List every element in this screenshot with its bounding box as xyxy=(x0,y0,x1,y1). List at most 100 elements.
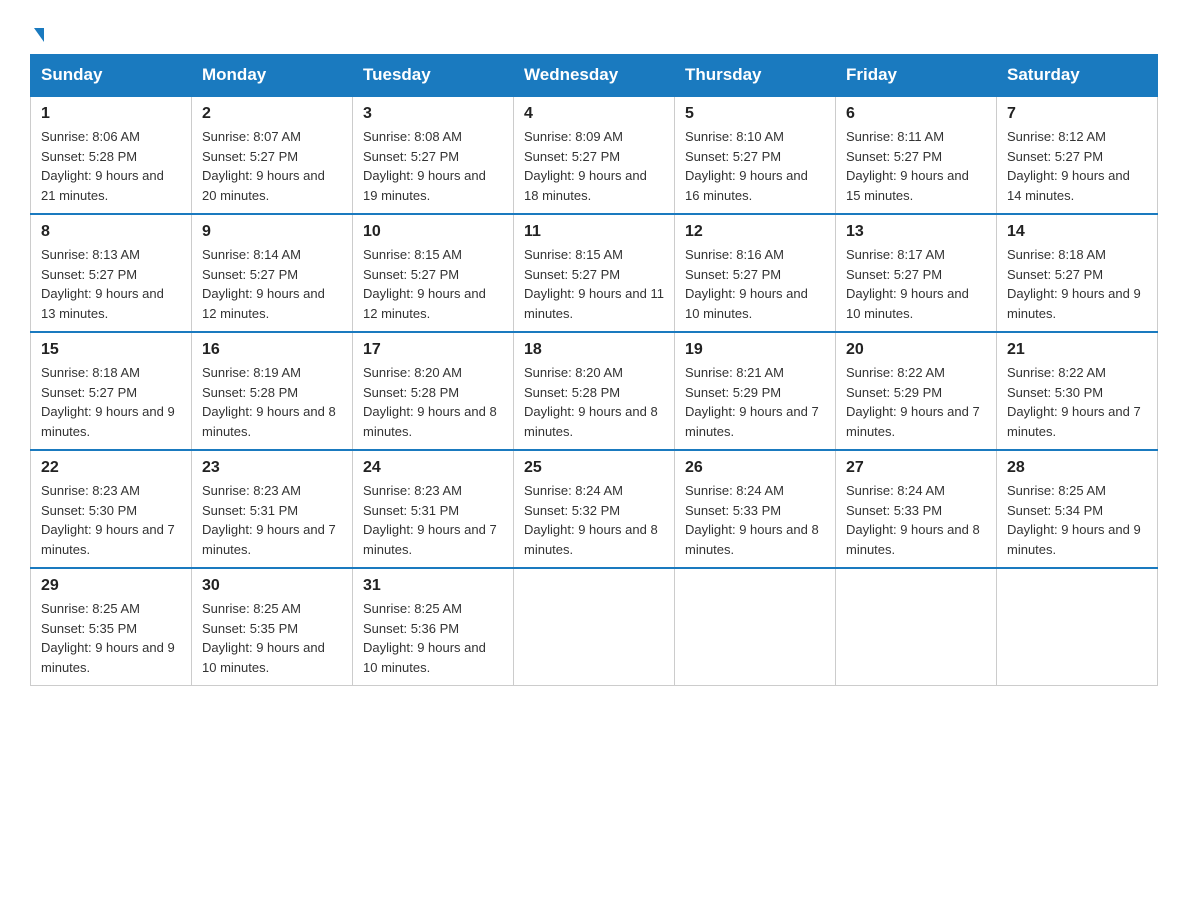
day-info: Sunrise: 8:22 AMSunset: 5:29 PMDaylight:… xyxy=(846,363,986,441)
day-number: 19 xyxy=(685,341,825,359)
calendar-day-cell: 24 Sunrise: 8:23 AMSunset: 5:31 PMDaylig… xyxy=(353,450,514,568)
calendar-day-cell: 16 Sunrise: 8:19 AMSunset: 5:28 PMDaylig… xyxy=(192,332,353,450)
calendar-day-cell: 2 Sunrise: 8:07 AMSunset: 5:27 PMDayligh… xyxy=(192,96,353,214)
day-info: Sunrise: 8:19 AMSunset: 5:28 PMDaylight:… xyxy=(202,363,342,441)
calendar-day-cell xyxy=(997,568,1158,686)
day-number: 12 xyxy=(685,223,825,241)
day-info: Sunrise: 8:06 AMSunset: 5:28 PMDaylight:… xyxy=(41,127,181,205)
day-info: Sunrise: 8:24 AMSunset: 5:33 PMDaylight:… xyxy=(846,481,986,559)
calendar-day-cell: 3 Sunrise: 8:08 AMSunset: 5:27 PMDayligh… xyxy=(353,96,514,214)
calendar-day-cell: 31 Sunrise: 8:25 AMSunset: 5:36 PMDaylig… xyxy=(353,568,514,686)
day-number: 18 xyxy=(524,341,664,359)
day-number: 7 xyxy=(1007,105,1147,123)
day-info: Sunrise: 8:08 AMSunset: 5:27 PMDaylight:… xyxy=(363,127,503,205)
day-info: Sunrise: 8:20 AMSunset: 5:28 PMDaylight:… xyxy=(363,363,503,441)
calendar-day-cell: 4 Sunrise: 8:09 AMSunset: 5:27 PMDayligh… xyxy=(514,96,675,214)
day-of-week-header: Sunday xyxy=(31,55,192,97)
days-header-row: SundayMondayTuesdayWednesdayThursdayFrid… xyxy=(31,55,1158,97)
calendar-day-cell: 8 Sunrise: 8:13 AMSunset: 5:27 PMDayligh… xyxy=(31,214,192,332)
day-info: Sunrise: 8:17 AMSunset: 5:27 PMDaylight:… xyxy=(846,245,986,323)
day-number: 4 xyxy=(524,105,664,123)
day-number: 9 xyxy=(202,223,342,241)
day-number: 6 xyxy=(846,105,986,123)
day-number: 10 xyxy=(363,223,503,241)
day-number: 8 xyxy=(41,223,181,241)
calendar-week-row: 22 Sunrise: 8:23 AMSunset: 5:30 PMDaylig… xyxy=(31,450,1158,568)
day-info: Sunrise: 8:09 AMSunset: 5:27 PMDaylight:… xyxy=(524,127,664,205)
calendar-week-row: 15 Sunrise: 8:18 AMSunset: 5:27 PMDaylig… xyxy=(31,332,1158,450)
day-info: Sunrise: 8:22 AMSunset: 5:30 PMDaylight:… xyxy=(1007,363,1147,441)
day-info: Sunrise: 8:15 AMSunset: 5:27 PMDaylight:… xyxy=(524,245,664,323)
day-number: 24 xyxy=(363,459,503,477)
day-info: Sunrise: 8:25 AMSunset: 5:34 PMDaylight:… xyxy=(1007,481,1147,559)
calendar-day-cell: 18 Sunrise: 8:20 AMSunset: 5:28 PMDaylig… xyxy=(514,332,675,450)
day-number: 11 xyxy=(524,223,664,241)
page-header xyxy=(30,20,1158,44)
day-info: Sunrise: 8:23 AMSunset: 5:30 PMDaylight:… xyxy=(41,481,181,559)
calendar-day-cell: 1 Sunrise: 8:06 AMSunset: 5:28 PMDayligh… xyxy=(31,96,192,214)
day-of-week-header: Thursday xyxy=(675,55,836,97)
day-number: 22 xyxy=(41,459,181,477)
day-number: 21 xyxy=(1007,341,1147,359)
day-info: Sunrise: 8:23 AMSunset: 5:31 PMDaylight:… xyxy=(363,481,503,559)
calendar-day-cell: 5 Sunrise: 8:10 AMSunset: 5:27 PMDayligh… xyxy=(675,96,836,214)
day-info: Sunrise: 8:25 AMSunset: 5:35 PMDaylight:… xyxy=(41,599,181,677)
day-number: 26 xyxy=(685,459,825,477)
day-number: 17 xyxy=(363,341,503,359)
calendar-day-cell: 7 Sunrise: 8:12 AMSunset: 5:27 PMDayligh… xyxy=(997,96,1158,214)
calendar-day-cell: 29 Sunrise: 8:25 AMSunset: 5:35 PMDaylig… xyxy=(31,568,192,686)
day-number: 2 xyxy=(202,105,342,123)
calendar-day-cell: 10 Sunrise: 8:15 AMSunset: 5:27 PMDaylig… xyxy=(353,214,514,332)
calendar-day-cell: 30 Sunrise: 8:25 AMSunset: 5:35 PMDaylig… xyxy=(192,568,353,686)
day-number: 20 xyxy=(846,341,986,359)
logo xyxy=(30,30,44,44)
calendar-day-cell: 27 Sunrise: 8:24 AMSunset: 5:33 PMDaylig… xyxy=(836,450,997,568)
calendar-day-cell: 20 Sunrise: 8:22 AMSunset: 5:29 PMDaylig… xyxy=(836,332,997,450)
day-number: 3 xyxy=(363,105,503,123)
day-info: Sunrise: 8:25 AMSunset: 5:36 PMDaylight:… xyxy=(363,599,503,677)
day-info: Sunrise: 8:16 AMSunset: 5:27 PMDaylight:… xyxy=(685,245,825,323)
day-info: Sunrise: 8:21 AMSunset: 5:29 PMDaylight:… xyxy=(685,363,825,441)
calendar-day-cell: 23 Sunrise: 8:23 AMSunset: 5:31 PMDaylig… xyxy=(192,450,353,568)
calendar-day-cell: 12 Sunrise: 8:16 AMSunset: 5:27 PMDaylig… xyxy=(675,214,836,332)
day-of-week-header: Monday xyxy=(192,55,353,97)
day-number: 28 xyxy=(1007,459,1147,477)
calendar-day-cell xyxy=(675,568,836,686)
day-number: 13 xyxy=(846,223,986,241)
day-number: 14 xyxy=(1007,223,1147,241)
calendar-day-cell xyxy=(514,568,675,686)
calendar-table: SundayMondayTuesdayWednesdayThursdayFrid… xyxy=(30,54,1158,686)
day-info: Sunrise: 8:11 AMSunset: 5:27 PMDaylight:… xyxy=(846,127,986,205)
day-number: 25 xyxy=(524,459,664,477)
day-number: 1 xyxy=(41,105,181,123)
day-info: Sunrise: 8:13 AMSunset: 5:27 PMDaylight:… xyxy=(41,245,181,323)
day-info: Sunrise: 8:18 AMSunset: 5:27 PMDaylight:… xyxy=(41,363,181,441)
day-of-week-header: Tuesday xyxy=(353,55,514,97)
day-number: 16 xyxy=(202,341,342,359)
day-number: 5 xyxy=(685,105,825,123)
day-info: Sunrise: 8:20 AMSunset: 5:28 PMDaylight:… xyxy=(524,363,664,441)
day-info: Sunrise: 8:10 AMSunset: 5:27 PMDaylight:… xyxy=(685,127,825,205)
day-of-week-header: Friday xyxy=(836,55,997,97)
day-info: Sunrise: 8:24 AMSunset: 5:32 PMDaylight:… xyxy=(524,481,664,559)
day-number: 27 xyxy=(846,459,986,477)
calendar-day-cell: 15 Sunrise: 8:18 AMSunset: 5:27 PMDaylig… xyxy=(31,332,192,450)
day-info: Sunrise: 8:14 AMSunset: 5:27 PMDaylight:… xyxy=(202,245,342,323)
calendar-day-cell: 26 Sunrise: 8:24 AMSunset: 5:33 PMDaylig… xyxy=(675,450,836,568)
day-number: 15 xyxy=(41,341,181,359)
day-number: 31 xyxy=(363,577,503,595)
day-of-week-header: Saturday xyxy=(997,55,1158,97)
calendar-day-cell: 13 Sunrise: 8:17 AMSunset: 5:27 PMDaylig… xyxy=(836,214,997,332)
logo-arrow-icon xyxy=(34,28,44,42)
calendar-day-cell: 9 Sunrise: 8:14 AMSunset: 5:27 PMDayligh… xyxy=(192,214,353,332)
day-info: Sunrise: 8:23 AMSunset: 5:31 PMDaylight:… xyxy=(202,481,342,559)
calendar-day-cell: 22 Sunrise: 8:23 AMSunset: 5:30 PMDaylig… xyxy=(31,450,192,568)
calendar-day-cell xyxy=(836,568,997,686)
day-of-week-header: Wednesday xyxy=(514,55,675,97)
day-info: Sunrise: 8:18 AMSunset: 5:27 PMDaylight:… xyxy=(1007,245,1147,323)
calendar-day-cell: 14 Sunrise: 8:18 AMSunset: 5:27 PMDaylig… xyxy=(997,214,1158,332)
calendar-week-row: 1 Sunrise: 8:06 AMSunset: 5:28 PMDayligh… xyxy=(31,96,1158,214)
calendar-week-row: 29 Sunrise: 8:25 AMSunset: 5:35 PMDaylig… xyxy=(31,568,1158,686)
calendar-day-cell: 17 Sunrise: 8:20 AMSunset: 5:28 PMDaylig… xyxy=(353,332,514,450)
calendar-week-row: 8 Sunrise: 8:13 AMSunset: 5:27 PMDayligh… xyxy=(31,214,1158,332)
